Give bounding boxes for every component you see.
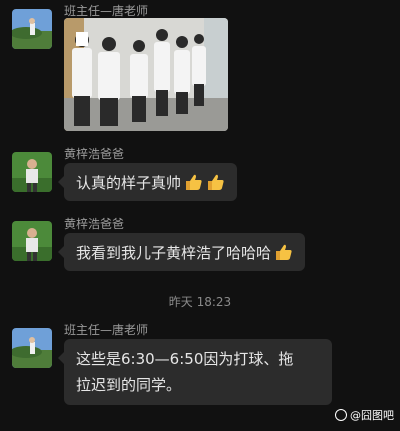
watermark-logo-icon (335, 409, 347, 421)
message-bubble[interactable]: 我看到我儿子黄梓浩了哈哈哈 (57, 233, 306, 271)
message-text-line: 拉迟到的同学。 (76, 376, 182, 394)
parent-avatar[interactable] (12, 221, 52, 261)
thumbs-up-icon (205, 172, 225, 200)
message-bubble[interactable]: 认真的样子真帅 (57, 163, 238, 201)
message-text: 认真的样子真帅 (76, 174, 182, 192)
sender-name: 班主任—唐老师 (64, 323, 149, 337)
watermark-text: @囧图吧 (350, 409, 394, 422)
shared-photo[interactable] (64, 18, 228, 131)
watermark: @囧图吧 (335, 407, 394, 423)
man-avatar-icon (12, 221, 52, 261)
thumbs-up-icon (273, 242, 293, 270)
teacher-avatar[interactable] (12, 9, 52, 49)
parent-avatar[interactable] (12, 152, 52, 192)
sender-name: 黄梓浩爸爸 (64, 147, 125, 161)
timestamp: 昨天 18:23 (168, 295, 232, 309)
thumbs-up-icon (183, 172, 203, 200)
sender-name: 班主任—唐老师 (64, 4, 149, 18)
sender-name: 黄梓浩爸爸 (64, 217, 125, 231)
message-text-line: 这些是6:30—6:50因为打球、拖 (76, 350, 294, 368)
message-bubble[interactable]: 这些是6:30—6:50因为打球、拖 拉迟到的同学。 (58, 339, 332, 405)
landscape-avatar-icon (12, 9, 52, 49)
teacher-avatar[interactable] (12, 328, 52, 368)
message-text: 我看到我儿子黄梓浩了哈哈哈 (76, 244, 272, 262)
students-reading-photo (64, 18, 228, 131)
man-avatar-icon (12, 152, 52, 192)
landscape-avatar-icon (12, 328, 52, 368)
